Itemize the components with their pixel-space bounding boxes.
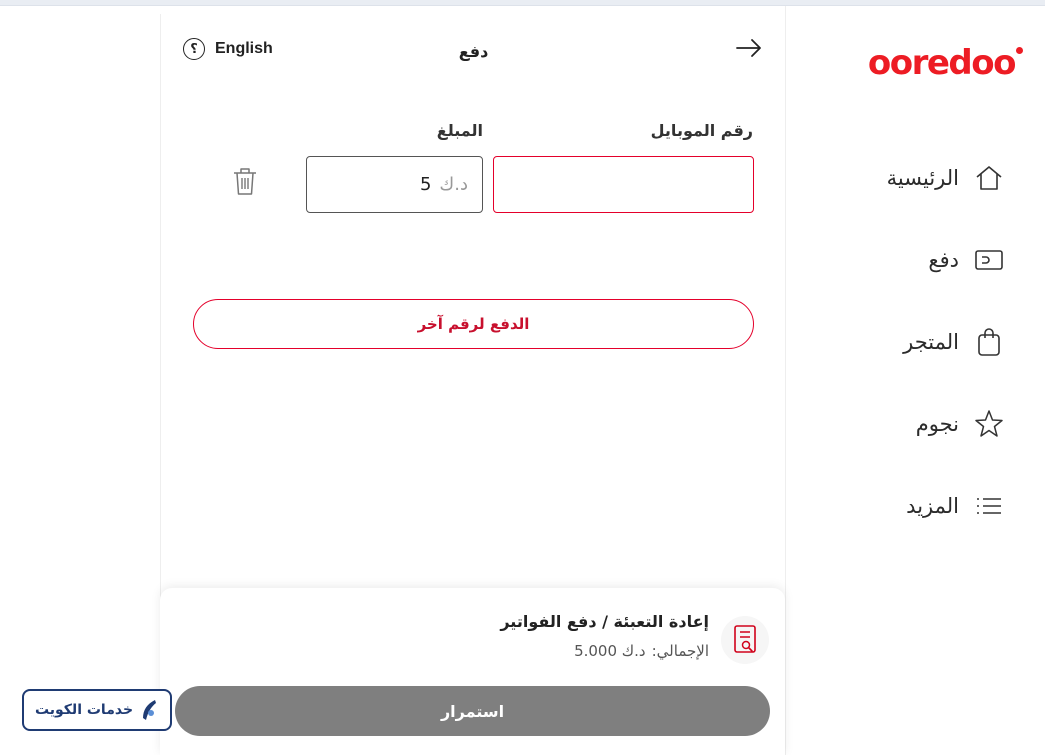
sidebar-item-label: نجوم xyxy=(915,412,959,436)
question-mark-icon: ؟ xyxy=(183,38,205,60)
back-arrow-icon[interactable] xyxy=(735,36,763,60)
mobile-number-input[interactable] xyxy=(493,156,754,213)
sidebar-item-store[interactable]: المتجر xyxy=(903,322,1005,362)
language-switch[interactable]: ؟ English xyxy=(183,38,273,60)
summary-total: الإجمالي: د.ك 5.000 xyxy=(574,642,709,660)
ooredoo-logo[interactable]: ooredoo xyxy=(867,43,1023,83)
sidebar-item-stars[interactable]: نجوم xyxy=(916,404,1005,444)
total-value: د.ك 5.000 xyxy=(574,642,646,660)
logo-dot xyxy=(1016,47,1023,54)
amount-input[interactable]: د.ك 5 xyxy=(306,156,483,213)
currency-label: د.ك xyxy=(439,174,468,195)
watermark-text: خدمات الكويت xyxy=(34,702,134,718)
receipt-search-icon xyxy=(721,616,769,664)
continue-button[interactable]: استمرار xyxy=(175,686,770,736)
sidebar-item-home[interactable]: الرئيسية xyxy=(887,158,1005,198)
shopping-bag-icon xyxy=(973,326,1005,358)
sidebar-item-label: المتجر xyxy=(903,330,959,354)
sidebar: ooredoo الرئيسية دفع المتجر نجوم المزيد xyxy=(785,6,1045,755)
amount-label: المبلغ xyxy=(436,121,483,140)
logo-text: ooredoo xyxy=(867,43,1017,83)
sidebar-item-more[interactable]: المزيد xyxy=(906,486,1005,526)
mobile-number-label: رقم الموبايل xyxy=(650,121,753,140)
wallet-icon xyxy=(973,244,1005,276)
sidebar-item-label: الرئيسية xyxy=(886,166,959,190)
trash-icon[interactable] xyxy=(231,164,259,198)
language-label: English xyxy=(215,40,273,57)
total-label: الإجمالي: xyxy=(651,642,709,660)
sidebar-item-label: دفع xyxy=(928,248,959,272)
order-summary: إعادة التعبئة / دفع الفواتير الإجمالي: د… xyxy=(160,588,785,755)
amount-value: 5 xyxy=(419,174,432,195)
watermark-logo: خدمات الكويت xyxy=(22,689,172,731)
menu-icon xyxy=(973,490,1005,522)
star-icon xyxy=(973,408,1005,440)
home-icon xyxy=(973,162,1005,194)
summary-title: إعادة التعبئة / دفع الفواتير xyxy=(500,612,709,631)
feather-icon xyxy=(143,700,157,720)
sidebar-item-label: المزيد xyxy=(906,494,959,518)
pay-another-number-button[interactable]: الدفع لرقم آخر xyxy=(193,299,754,349)
sidebar-item-pay[interactable]: دفع xyxy=(928,240,1005,280)
